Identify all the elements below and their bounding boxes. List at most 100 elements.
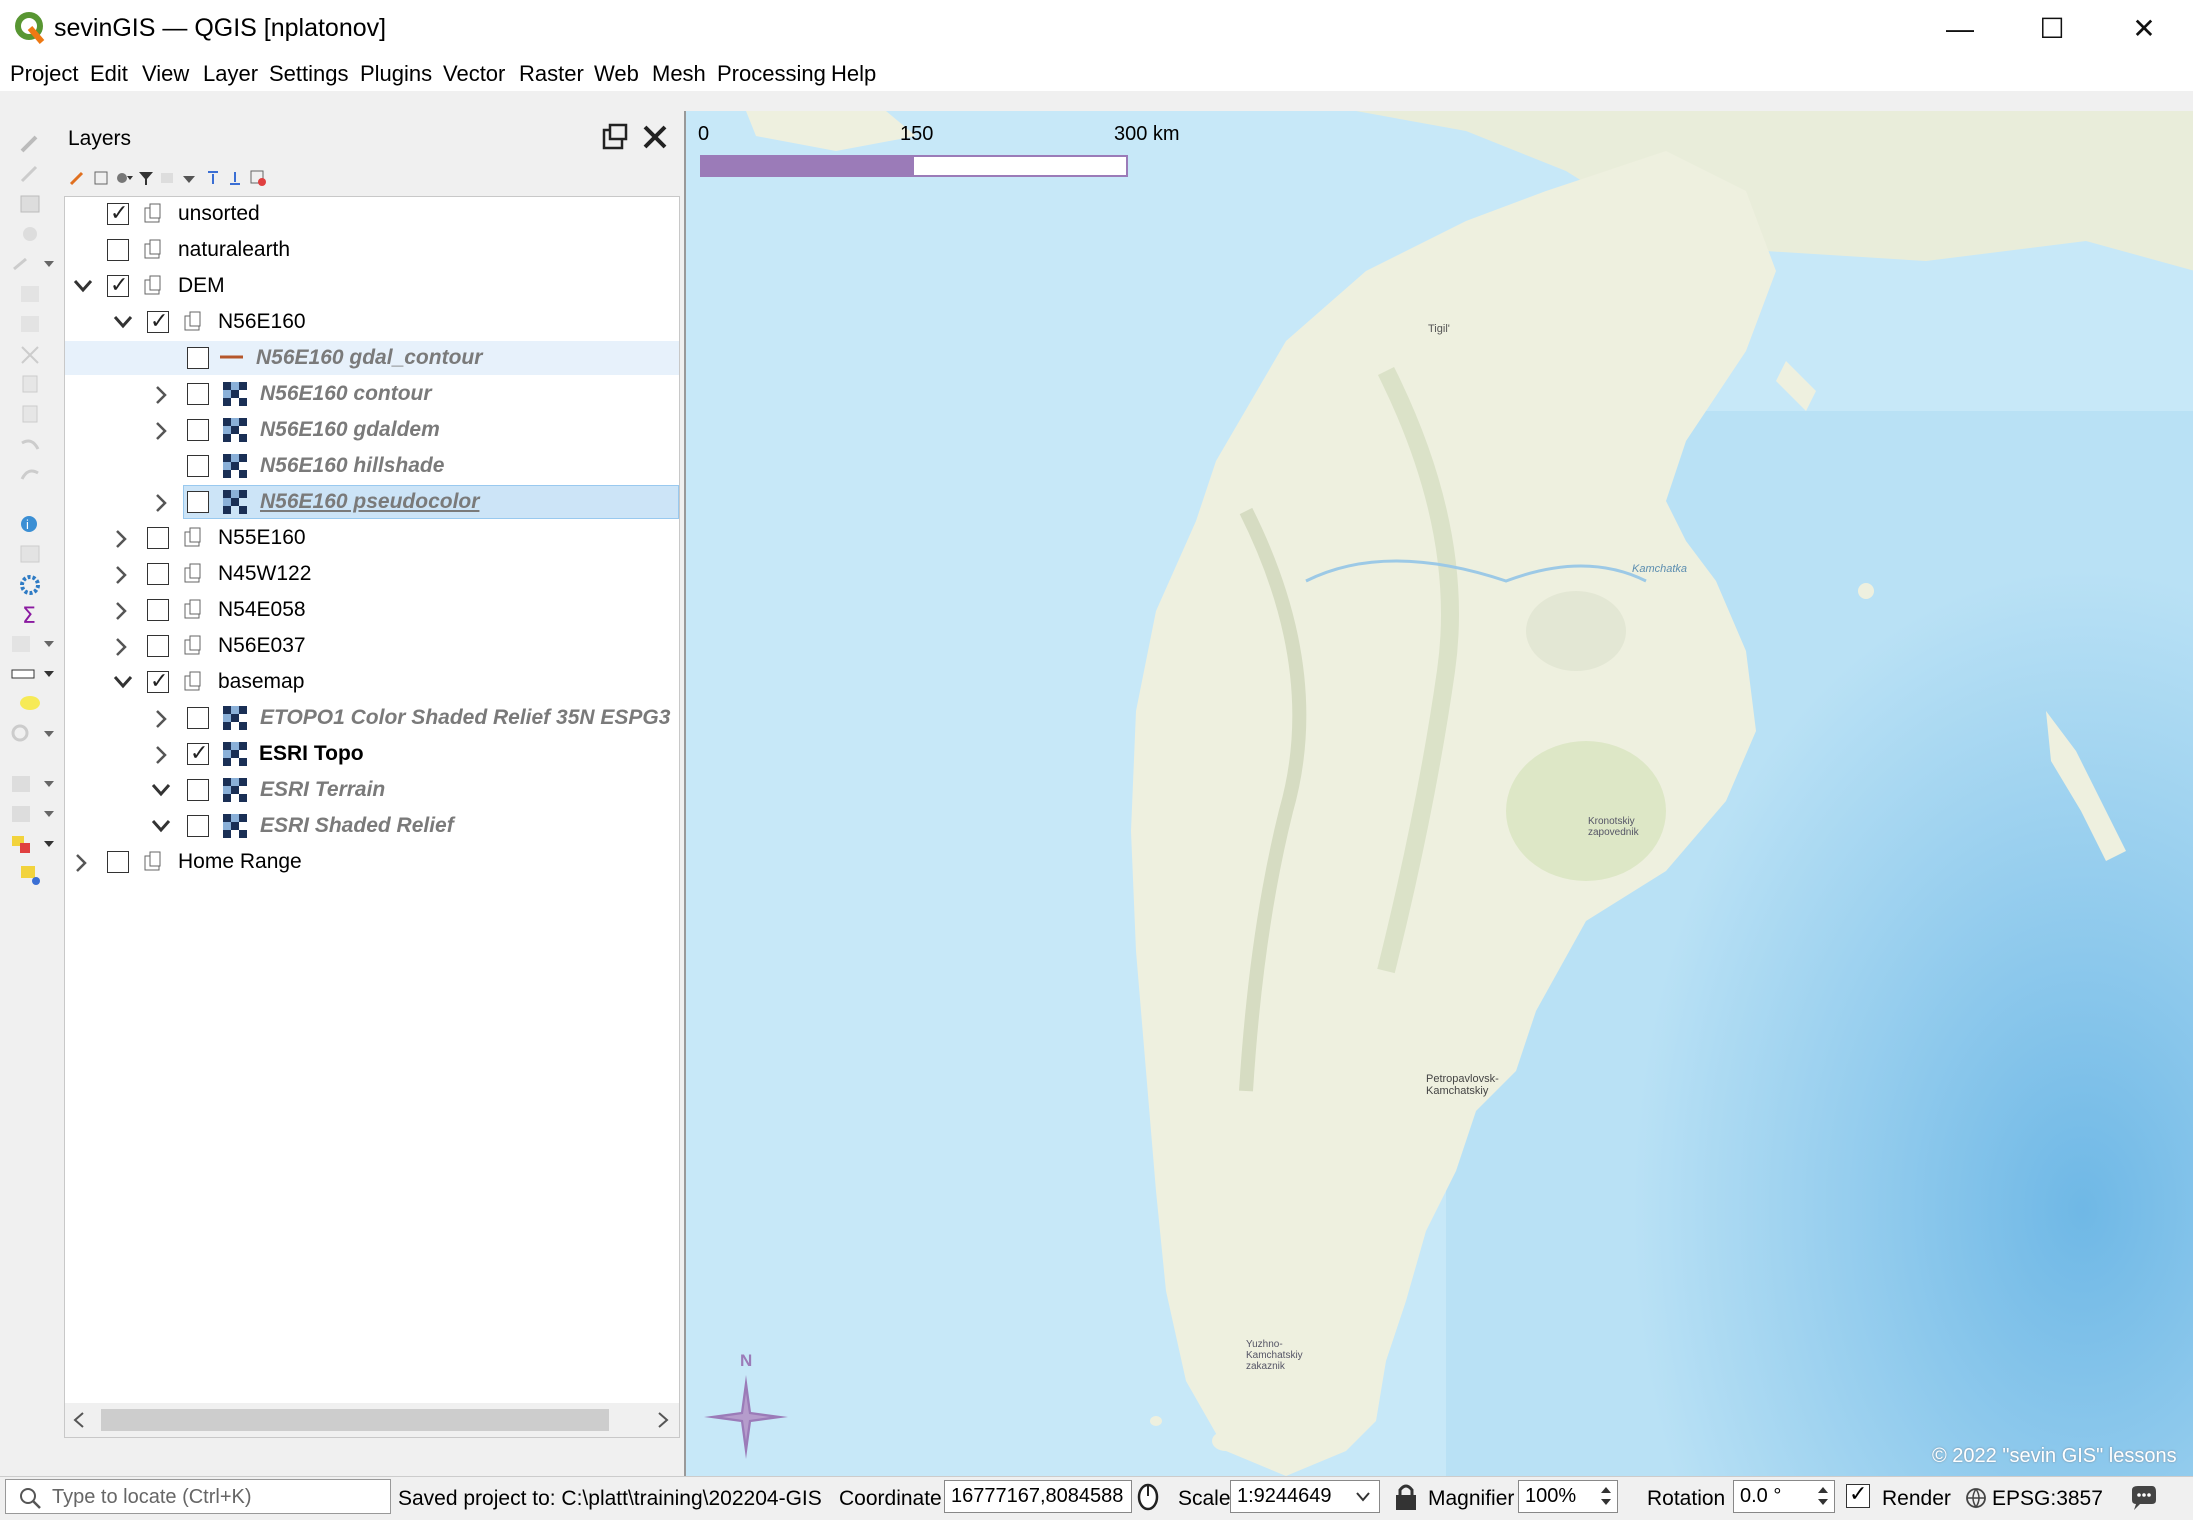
- spinner-arrows-icon[interactable]: [1599, 1483, 1613, 1509]
- move-up-icon[interactable]: [226, 168, 246, 188]
- scrollbar-thumb[interactable]: [101, 1409, 609, 1431]
- layer-checkbox[interactable]: [187, 383, 209, 405]
- layer-checkbox[interactable]: [107, 851, 129, 873]
- menu-vector[interactable]: Vector: [443, 61, 505, 87]
- style-manager-icon[interactable]: [68, 168, 88, 188]
- chevron-down-icon[interactable]: [1355, 1491, 1371, 1503]
- layer-checkbox[interactable]: [147, 635, 169, 657]
- chevron-right-icon[interactable]: [113, 601, 129, 621]
- layer-checkbox[interactable]: [107, 239, 129, 261]
- cut-icon[interactable]: [18, 343, 44, 365]
- layer-checkbox[interactable]: ✓: [107, 275, 129, 297]
- remove-layer-icon[interactable]: [248, 168, 268, 188]
- layer-checkbox[interactable]: [187, 419, 209, 441]
- identify-icon[interactable]: i: [18, 513, 44, 537]
- add-group-icon[interactable]: [92, 168, 112, 188]
- messages-icon[interactable]: [2128, 1484, 2160, 1512]
- chevron-right-icon[interactable]: [113, 637, 129, 657]
- layer-checkbox[interactable]: ✓: [107, 203, 129, 225]
- layer-row-unsorted[interactable]: ✓ unsorted: [65, 197, 679, 231]
- vertex-tool-icon[interactable]: [10, 253, 56, 275]
- layer-row-esri-topo[interactable]: ✓ ESRI Topo: [65, 737, 679, 771]
- chevron-down-icon[interactable]: [113, 674, 133, 690]
- collapse-all-icon[interactable]: [204, 168, 224, 188]
- filter-expression-icon[interactable]: [158, 168, 178, 188]
- chevron-right-icon[interactable]: [153, 493, 169, 513]
- layer-row-naturalearth[interactable]: › naturalearth: [65, 233, 679, 267]
- menu-raster[interactable]: Raster: [519, 61, 584, 87]
- layer-checkbox[interactable]: [147, 563, 169, 585]
- layer-row-esri-shaded-relief[interactable]: ESRI Shaded Relief: [65, 809, 679, 843]
- layer-row-etopo1[interactable]: ETOPO1 Color Shaded Relief 35N ESPG3: [65, 701, 679, 735]
- select-location-icon[interactable]: [18, 863, 44, 887]
- paste-icon[interactable]: [18, 403, 44, 425]
- close-button[interactable]: ✕: [2098, 0, 2190, 58]
- add-feature-icon[interactable]: [18, 223, 44, 245]
- layer-checkbox[interactable]: [187, 347, 209, 369]
- menu-plugins[interactable]: Plugins: [360, 61, 432, 87]
- visibility-menu-icon[interactable]: [114, 168, 134, 188]
- menu-project[interactable]: Project: [10, 61, 78, 87]
- filter-legend-icon[interactable]: [136, 168, 156, 188]
- layer-row-n54e058[interactable]: N54E058: [65, 593, 679, 627]
- chevron-right-icon[interactable]: [153, 385, 169, 405]
- render-checkbox[interactable]: ✓: [1846, 1484, 1870, 1508]
- attribute-table-icon[interactable]: [18, 543, 44, 565]
- coordinate-field[interactable]: 16777167,8084588: [944, 1480, 1132, 1513]
- layer-checkbox[interactable]: [147, 527, 169, 549]
- chevron-right-icon[interactable]: [153, 709, 169, 729]
- layer-row-contour[interactable]: N56E160 contour: [65, 377, 679, 411]
- chevron-right-icon[interactable]: [73, 853, 89, 873]
- layer-row-gdal-contour[interactable]: N56E160 gdal_contour: [65, 341, 679, 375]
- chevron-right-icon[interactable]: [113, 565, 129, 585]
- field-calc-icon[interactable]: [10, 633, 56, 655]
- layers-tree[interactable]: ✓ unsorted › naturalearth ✓ DEM ✓ N56E16…: [64, 196, 680, 1438]
- scroll-right-icon[interactable]: [655, 1411, 671, 1429]
- maximize-button[interactable]: ☐: [2006, 0, 2098, 58]
- rotation-spinbox[interactable]: 0.0 °: [1733, 1480, 1835, 1513]
- layer-checkbox[interactable]: ✓: [147, 311, 169, 333]
- delete-selected-icon[interactable]: [18, 313, 44, 335]
- measure-icon[interactable]: [10, 663, 56, 685]
- crs-button[interactable]: EPSG:3857: [1992, 1487, 2103, 1511]
- pen-icon[interactable]: [18, 133, 44, 155]
- magnifier-spinbox[interactable]: 100%: [1518, 1480, 1618, 1513]
- menu-processing[interactable]: Processing: [717, 61, 826, 87]
- zoom-icon[interactable]: [10, 723, 56, 745]
- layer-row-n55e160[interactable]: N55E160: [65, 521, 679, 555]
- horizontal-scrollbar[interactable]: [65, 1403, 679, 1437]
- menu-mesh[interactable]: Mesh: [652, 61, 706, 87]
- layer-checkbox[interactable]: [187, 455, 209, 477]
- close-panel-icon[interactable]: [640, 122, 670, 152]
- layer-checkbox[interactable]: [187, 815, 209, 837]
- layer-checkbox[interactable]: [187, 491, 209, 513]
- layer-row-dem[interactable]: ✓ DEM: [65, 269, 679, 303]
- layer-row-n56e160[interactable]: ✓ N56E160: [65, 305, 679, 339]
- chevron-down-icon[interactable]: [113, 314, 133, 330]
- layer-row-n45w122[interactable]: N45W122: [65, 557, 679, 591]
- select-features-icon[interactable]: [10, 773, 56, 795]
- layer-checkbox[interactable]: [147, 599, 169, 621]
- chevron-down-icon[interactable]: [73, 278, 93, 294]
- menu-edit[interactable]: Edit: [90, 61, 128, 87]
- save-edits-icon[interactable]: [18, 193, 44, 215]
- layer-row-esri-terrain[interactable]: ESRI Terrain: [65, 773, 679, 807]
- menu-settings[interactable]: Settings: [269, 61, 349, 87]
- select-by-value-icon[interactable]: [10, 803, 56, 825]
- globe-icon[interactable]: [1964, 1486, 1988, 1510]
- chevron-right-icon[interactable]: [153, 421, 169, 441]
- undock-icon[interactable]: [600, 122, 630, 152]
- deselect-icon[interactable]: [10, 833, 56, 857]
- minimize-button[interactable]: —: [1914, 0, 2006, 58]
- layer-checkbox[interactable]: [187, 779, 209, 801]
- layer-row-pseudocolor[interactable]: N56E160 pseudocolor: [65, 485, 679, 519]
- layer-row-home-range[interactable]: Home Range: [65, 845, 679, 879]
- copy-icon[interactable]: [18, 373, 44, 395]
- scroll-left-icon[interactable]: [71, 1411, 87, 1429]
- layer-row-hillshade[interactable]: N56E160 hillshade: [65, 449, 679, 483]
- undo-icon[interactable]: [18, 433, 44, 455]
- chevron-right-icon[interactable]: [113, 529, 129, 549]
- scale-combobox[interactable]: 1:9244649: [1230, 1480, 1380, 1513]
- mouse-coordinate-toggle-icon[interactable]: [1134, 1482, 1164, 1512]
- layer-row-n56e037[interactable]: N56E037: [65, 629, 679, 663]
